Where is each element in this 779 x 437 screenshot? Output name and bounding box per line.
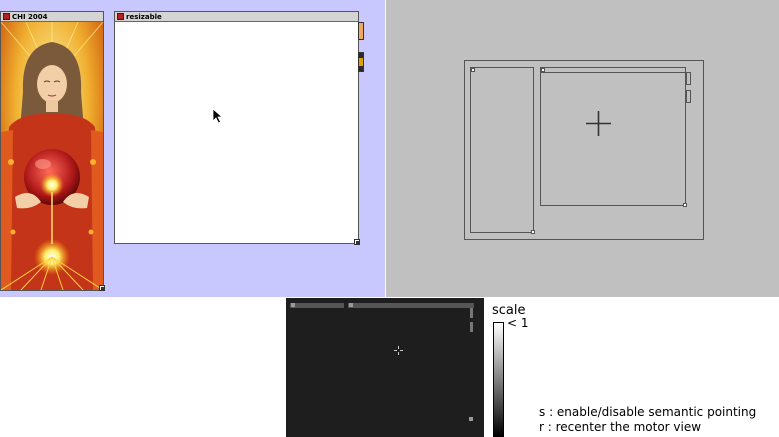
resizable-window-title: resizable <box>126 13 162 21</box>
close-icon[interactable] <box>117 13 124 20</box>
motor-window-right-titlebar <box>540 67 686 73</box>
close-icon[interactable] <box>3 13 10 20</box>
motor-right-side-tab-1 <box>686 72 691 85</box>
motor-right-side-tab-2 <box>686 90 691 103</box>
overview-scroll-2 <box>470 322 473 332</box>
resizable-window-titlebar[interactable]: resizable <box>115 12 358 22</box>
crosshair-icon <box>586 111 611 136</box>
arrow-cursor-icon <box>212 108 224 124</box>
motor-right-corner <box>541 68 545 72</box>
overview-bar-left <box>290 303 344 308</box>
side-tab-dark[interactable] <box>358 52 364 72</box>
scale-value: < 1 <box>507 316 529 330</box>
hint-semantic-pointing: s : enable/disable semantic pointing <box>539 405 757 419</box>
motor-window-right <box>540 67 686 206</box>
artwork-image <box>1 22 103 290</box>
window-chi-2004[interactable]: CHI 2004 <box>0 11 104 291</box>
overview-dot-1 <box>291 303 295 307</box>
chi-resize-handle[interactable] <box>99 285 105 291</box>
window-resizable[interactable]: resizable <box>114 11 359 244</box>
visual-space: CHI 2004 resizable <box>0 0 385 297</box>
chi-window-title: CHI 2004 <box>12 13 48 21</box>
side-tab-orange[interactable] <box>358 22 364 40</box>
small-crosshair-icon <box>394 346 403 355</box>
overview-bar-right <box>348 303 474 308</box>
hint-recenter: r : recenter the motor view <box>539 420 702 434</box>
overview-dot-2 <box>349 303 353 307</box>
motor-left-corner <box>471 68 475 72</box>
overview-dot-3 <box>469 417 473 421</box>
motor-left-grip <box>531 230 535 234</box>
chi-window-titlebar[interactable]: CHI 2004 <box>1 12 103 22</box>
motor-window-left <box>470 67 534 233</box>
motor-right-grip <box>683 203 687 207</box>
overview-scroll-1 <box>470 308 473 318</box>
scale-gradient <box>493 322 504 437</box>
motor-space <box>386 0 779 297</box>
resizable-resize-handle[interactable] <box>354 239 360 245</box>
overview-view[interactable] <box>286 298 484 437</box>
